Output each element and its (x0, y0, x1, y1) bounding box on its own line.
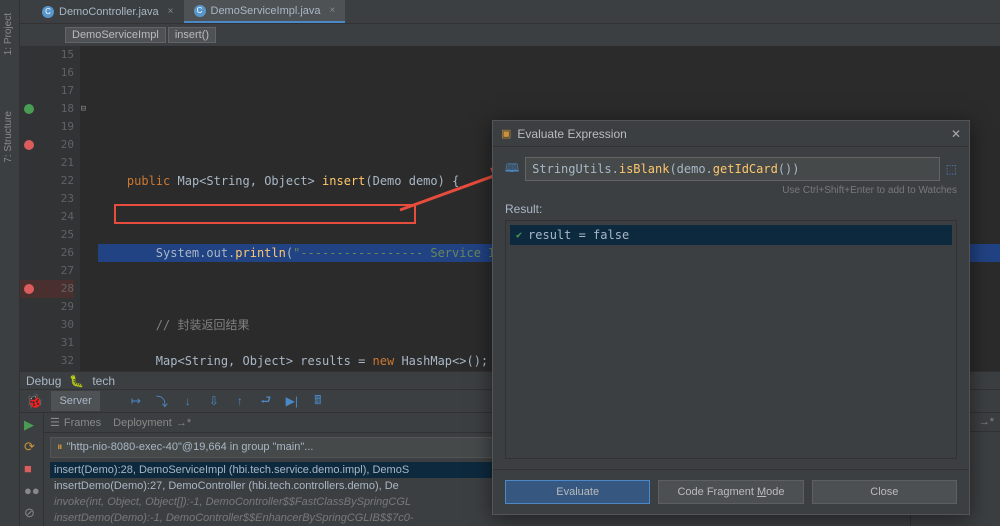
override-icon[interactable] (24, 104, 34, 114)
step-into-icon[interactable]: ↓ (180, 393, 196, 409)
resume-icon[interactable]: ▶ (24, 417, 40, 433)
project-tool[interactable]: 1: Project (0, 5, 17, 63)
tab-democontroller[interactable]: C DemoController.java × (32, 0, 184, 23)
hint-text: Use Ctrl+Shift+Enter to add to Watches (505, 185, 957, 196)
close-button[interactable]: Close (812, 480, 957, 504)
evaluate-dialog: ▣ Evaluate Expression ✕ 🕮 StringUtils.is… (492, 120, 970, 515)
history-icon[interactable]: 🕮 (505, 159, 519, 180)
result-row[interactable]: ✔ result = false (510, 225, 952, 245)
gutter: 15 16 17 ⊟18 19 20 21 22 23 24 25 26 27 … (20, 46, 80, 371)
breadcrumb-class[interactable]: DemoServiceImpl (65, 27, 166, 43)
deployment-tab[interactable]: Deployment →* (113, 417, 191, 429)
step-over-icon[interactable]: ⤵ (154, 393, 170, 409)
tab-demoserviceimpl[interactable]: C DemoServiceImpl.java × (184, 0, 346, 23)
drop-frame-icon[interactable]: ⮐ (258, 393, 274, 409)
breakpoints-icon[interactable]: ●● (24, 483, 40, 499)
debugger-icon: 🐞 (26, 393, 43, 410)
mute-bp-icon[interactable]: ⊘ (24, 505, 40, 521)
java-class-icon: C (194, 5, 206, 17)
close-icon[interactable]: × (168, 6, 174, 17)
chevron-icon[interactable]: →* (979, 416, 994, 428)
breadcrumb-method[interactable]: insert() (168, 27, 216, 43)
breadcrumb: DemoServiceImpl insert() (20, 24, 1000, 46)
left-toolbar: 1: Project 7: Structure (0, 0, 20, 526)
debug-label: Debug (26, 374, 61, 388)
show-exec-icon[interactable]: ↦ (128, 393, 144, 409)
frames-tab[interactable]: ☰ Frames (50, 416, 101, 429)
java-class-icon: C (42, 6, 54, 18)
result-area: ✔ result = false (505, 220, 957, 459)
debug-side-toolbar: ▶ ⟳ ■ ●● ⊘ (20, 413, 44, 526)
result-value: result = false (528, 228, 629, 242)
expression-input[interactable]: StringUtils.isBlank(demo.getIdCard()) (525, 157, 940, 181)
close-icon[interactable]: ✕ (951, 127, 961, 141)
editor-tabs: C DemoController.java × C DemoServiceImp… (20, 0, 1000, 24)
run-to-cursor-icon[interactable]: ▶| (284, 393, 300, 409)
dialog-titlebar[interactable]: ▣ Evaluate Expression ✕ (493, 121, 969, 147)
tab-label: DemoController.java (59, 6, 159, 18)
breakpoint-icon[interactable] (24, 140, 34, 150)
dialog-title: Evaluate Expression (517, 127, 945, 141)
update-icon[interactable]: ⟳ (24, 439, 40, 455)
evaluate-icon[interactable]: 🖩 (310, 393, 326, 409)
close-icon[interactable]: × (330, 5, 336, 16)
debug-config: tech (92, 374, 115, 388)
window-icon: ▣ (501, 127, 511, 140)
result-label: Result: (505, 202, 957, 216)
code-fragment-button[interactable]: Code Fragment Mode (658, 480, 803, 504)
check-icon: ✔ (516, 230, 522, 241)
step-out-icon[interactable]: ↑ (232, 393, 248, 409)
tab-label: DemoServiceImpl.java (211, 5, 321, 17)
force-step-icon[interactable]: ⇩ (206, 393, 222, 409)
server-tab[interactable]: Server (51, 391, 99, 411)
collapse-icon[interactable]: ⊟ (76, 100, 86, 110)
evaluate-button[interactable]: Evaluate (505, 480, 650, 504)
breakpoint-icon[interactable] (24, 284, 34, 294)
stop-icon[interactable]: ■ (24, 461, 40, 477)
structure-tool[interactable]: 7: Structure (0, 103, 17, 171)
expand-icon[interactable]: ⬚ (946, 162, 957, 176)
